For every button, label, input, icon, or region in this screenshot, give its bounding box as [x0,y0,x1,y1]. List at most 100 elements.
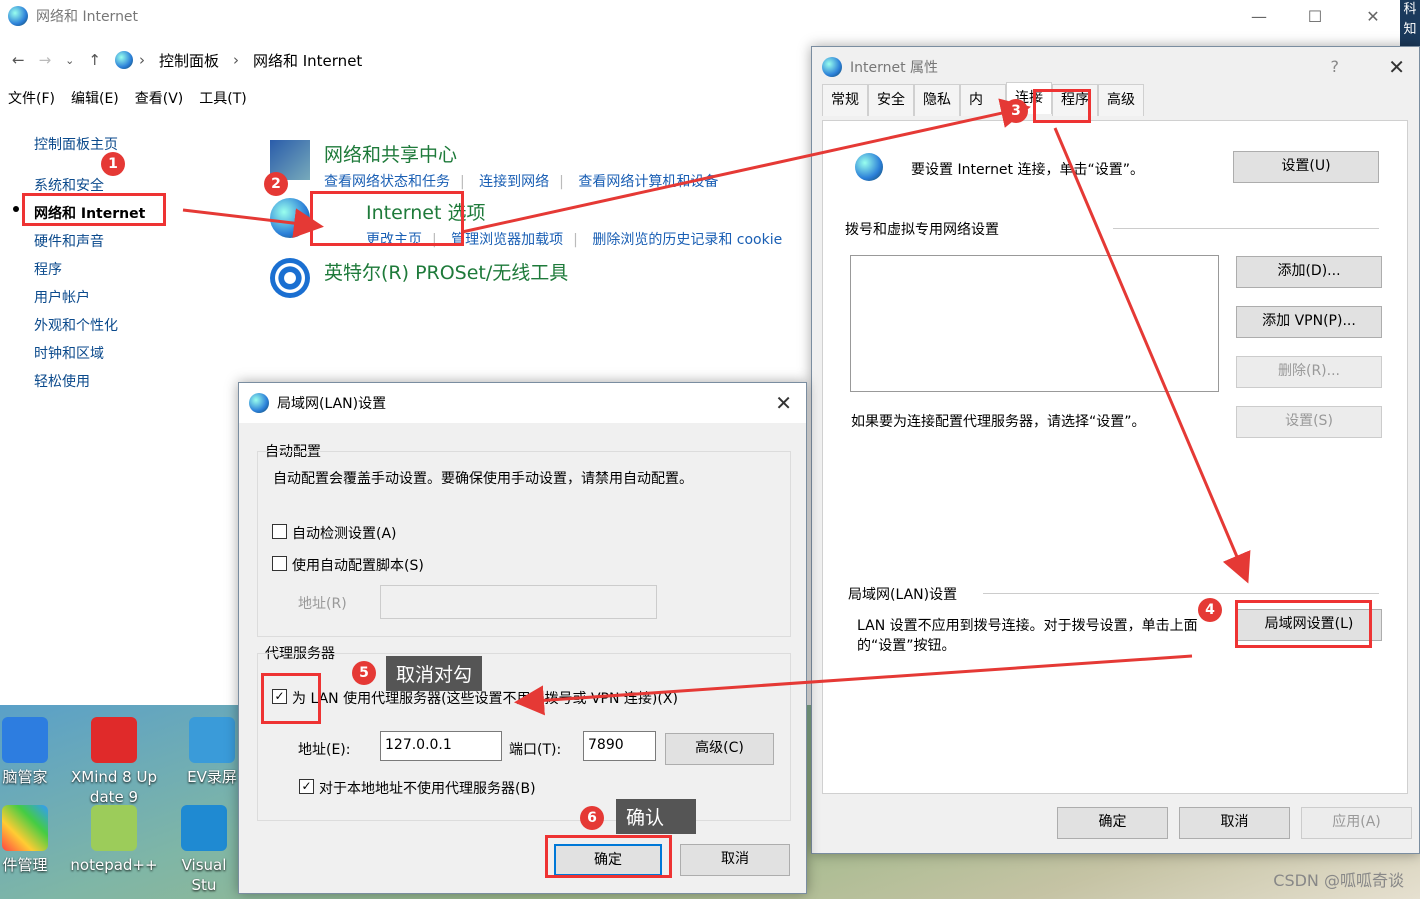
nav-home[interactable]: 控制面板主页 [34,131,145,159]
tab-general[interactable]: 常规 [822,84,868,116]
back-arrow-icon[interactable]: ← [12,51,25,69]
close-icon[interactable]: ✕ [1388,55,1405,79]
notepadpp-icon [91,805,137,851]
remove-button[interactable]: 删除(R)... [1236,356,1382,388]
script-address-input[interactable] [380,585,657,619]
internet-globe-icon [822,57,842,77]
link-change-homepage[interactable]: 更改主页 [366,232,422,248]
add-button[interactable]: 添加(D)... [1236,256,1382,288]
tab-advanced[interactable]: 高级 [1098,84,1144,116]
tooltip-confirm: 确认 [616,799,696,834]
category-sharing-center: 网络和共享中心 查看网络状态和任务 | 连接到网络 | 查看网络计算机和设备 [270,140,728,191]
tab-programs[interactable]: 程序 [1052,84,1098,116]
forward-arrow-icon[interactable]: → [39,51,52,69]
pcmanager-icon [2,717,48,763]
breadcrumb-control-panel[interactable]: 控制面板 [159,50,219,71]
nav-programs[interactable]: 程序 [34,256,145,284]
proxy-advanced-button[interactable]: 高级(C) [665,733,774,765]
nav-ease-of-access[interactable]: 轻松使用 [34,368,145,396]
xmind-icon [91,717,137,763]
menu-edit[interactable]: 编辑(E) [71,88,119,112]
desktop-icon-notepadpp[interactable]: notepad++ [66,805,162,875]
desktop-icon-evrecorder[interactable]: EV录屏 [184,717,240,787]
auto-detect-checkbox[interactable] [272,524,287,539]
window-title-bar: 网络和 Internet [8,6,138,26]
proxy-hint-text: 如果要为连接配置代理服务器，请选择“设置”。 [851,414,1146,430]
close-window-button[interactable]: ✕ [1344,0,1402,34]
wifi-icon [270,258,310,298]
desktop-icon-label: 脑管家 [2,768,48,786]
auto-script-checkbox[interactable] [272,556,287,571]
nav-system-security[interactable]: 系统和安全 [34,172,145,200]
dialup-section-header: 拨号和虚拟专用网络设置 [845,222,999,238]
dialog-title: Internet 属性 [850,60,939,76]
menu-file[interactable]: 文件(F) [8,88,55,112]
breadcrumb-separator-icon: › [138,51,145,69]
proxy-address-input[interactable]: 127.0.0.1 [380,731,502,761]
desktop-icon-label: notepad++ [70,856,158,874]
lan-ok-button[interactable]: 确定 [554,844,662,876]
help-button[interactable]: ? [1331,57,1340,76]
link-connect-network[interactable]: 连接到网络 [479,174,549,190]
desktop-icon-label: EV录屏 [187,768,237,786]
link-view-network-computers[interactable]: 查看网络计算机和设备 [578,174,718,190]
tab-security[interactable]: 安全 [868,84,914,116]
use-proxy-checkbox[interactable]: ✓ [272,689,287,704]
breadcrumb-network[interactable]: 网络和 Internet [253,50,362,71]
ok-button[interactable]: 确定 [1057,807,1168,839]
category-title[interactable]: Internet 选项 [324,198,792,225]
cancel-button[interactable]: 取消 [1179,807,1290,839]
internet-properties-dialog: Internet 属性 ? ✕ 常规 安全 隐私 内 连接 程序 高级 要设置 … [811,46,1420,854]
proxy-port-input[interactable]: 7890 [583,731,656,761]
category-intel-proset: 英特尔(R) PROSet/无线工具 [270,258,568,298]
nav-user-accounts[interactable]: 用户帐户 [34,284,145,312]
nav-hardware-sound[interactable]: 硬件和声音 [34,228,145,256]
link-delete-history[interactable]: 删除浏览的历史记录和 cookie [592,232,782,248]
step-4-badge: 4 [1198,598,1222,622]
tab-privacy[interactable]: 隐私 [914,84,960,116]
corner-text: 知 [1403,22,1417,37]
tab-content[interactable]: 内 [960,84,1006,116]
tooltip-uncheck: 取消对勾 [386,656,483,691]
category-title[interactable]: 英特尔(R) PROSet/无线工具 [324,258,568,298]
setup-button[interactable]: 设置(U) [1233,151,1379,183]
bypass-local-checkbox[interactable]: ✓ [299,779,314,794]
connections-list[interactable] [850,255,1219,392]
step-6-badge: 6 [580,806,604,830]
nav-network-internet[interactable]: 网络和 Internet [34,200,145,228]
breadcrumb-separator-icon: › [232,51,239,69]
lan-settings-button[interactable]: 局域网设置(L) [1236,609,1382,641]
desktop-icon-vscode[interactable]: Visual Stu [168,805,240,895]
up-arrow-icon[interactable]: ↑ [88,51,101,69]
category-internet-options: Internet 选项 更改主页 | 管理浏览器加载项 | 删除浏览的历史记录和 c… [270,198,792,249]
desktop-icon-pcmanager[interactable]: 脑管家 [0,717,50,787]
selected-bullet-icon [13,206,19,212]
link-view-network-status[interactable]: 查看网络状态和任务 [324,174,450,190]
desktop-icon-filemanager[interactable]: 件管理 [0,805,50,875]
window-title: 网络和 Internet [36,9,139,25]
divider [1113,228,1379,229]
apply-button[interactable]: 应用(A) [1301,807,1412,839]
nav-clock-region[interactable]: 时钟和区域 [34,340,145,368]
minimize-button[interactable]: — [1230,0,1288,34]
step-3-badge: 3 [1004,99,1028,123]
menu-bar: 文件(F) 编辑(E) 查看(V) 工具(T) [0,88,247,112]
close-icon[interactable]: ✕ [775,391,792,415]
nav-appearance[interactable]: 外观和个性化 [34,312,145,340]
network-icon [8,6,28,26]
dialup-settings-button[interactable]: 设置(S) [1236,406,1382,438]
menu-tools[interactable]: 工具(T) [199,88,246,112]
chevron-down-icon[interactable]: ⌄ [65,54,74,67]
left-nav: 控制面板主页 系统和安全 网络和 Internet 硬件和声音 程序 用户帐户 … [34,131,145,396]
vscode-icon [181,805,227,851]
lan-cancel-button[interactable]: 取消 [680,844,790,876]
add-vpn-button[interactable]: 添加 VPN(P)... [1236,306,1382,338]
watermark: CSDN @呱呱奇谈 [1273,871,1404,890]
maximize-button[interactable]: ☐ [1286,0,1344,34]
step-1-badge: 1 [101,152,125,176]
category-title[interactable]: 网络和共享中心 [324,140,728,167]
desktop-icon-xmind[interactable]: XMind 8 Up date 9 [66,717,162,807]
corner-text: 科 [1403,2,1417,17]
link-manage-addons[interactable]: 管理浏览器加载项 [451,232,563,248]
menu-view[interactable]: 查看(V) [135,88,184,112]
